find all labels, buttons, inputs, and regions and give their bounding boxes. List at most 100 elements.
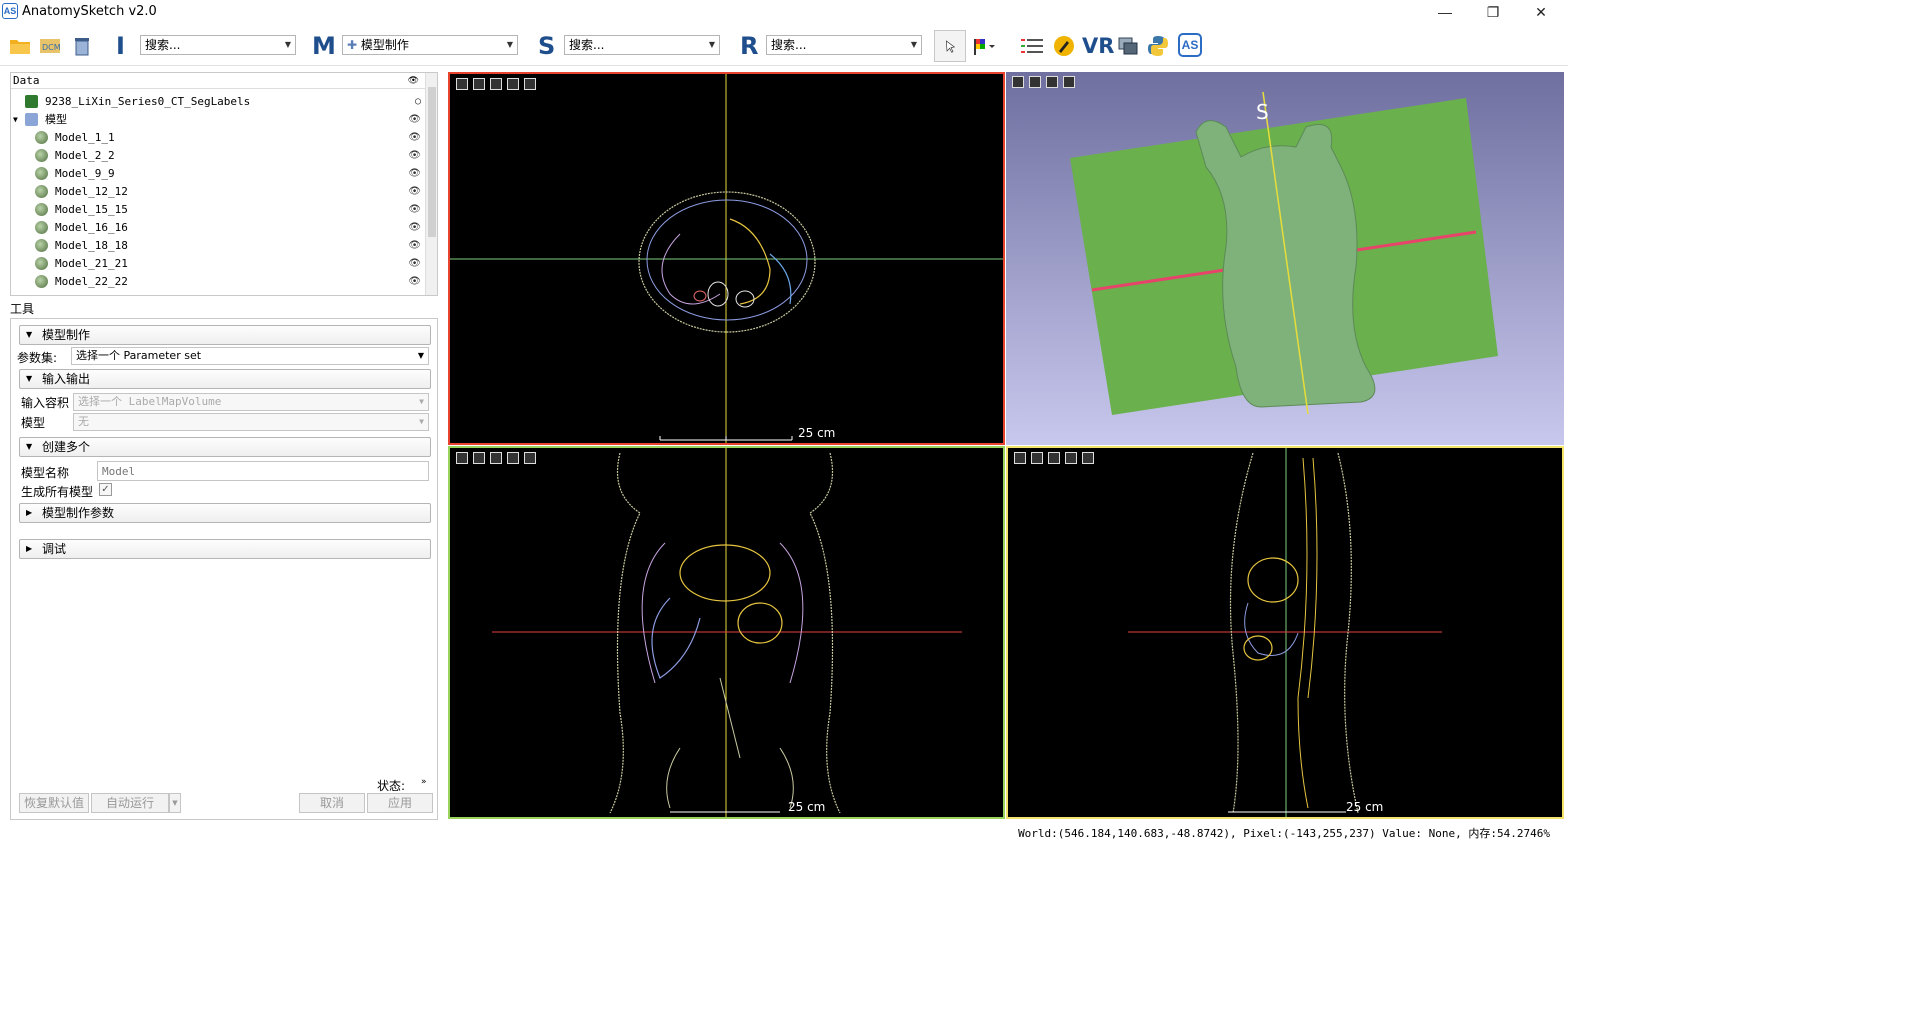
eye-icon[interactable]: 👁 [408, 165, 421, 183]
pointer-tool-button[interactable] [934, 30, 966, 62]
tools-label: 工具 [10, 302, 35, 316]
model-select[interactable]: 无 ▼ [73, 413, 429, 431]
eye-icon[interactable]: 👁 [408, 183, 421, 201]
eye-icon[interactable]: 👁 [408, 237, 421, 255]
about-as-button[interactable]: AS [1178, 33, 1202, 57]
search-i-combo[interactable]: 搜索... ▼ [140, 35, 296, 55]
tree-item-model[interactable]: Model_21_21 👁 [11, 255, 425, 273]
vr-button[interactable]: VR [1082, 34, 1114, 58]
eye-icon[interactable]: 👁 [408, 201, 421, 219]
layers-icon[interactable] [1020, 34, 1044, 58]
tree-item-label: Model_2_2 [55, 149, 115, 162]
coronal-view[interactable]: 25 cm [448, 446, 1005, 819]
collapsed-arrow-icon: ▶ [26, 508, 33, 517]
eye-icon[interactable]: 👁 [408, 129, 421, 147]
python-icon[interactable] [1146, 34, 1170, 58]
tree-item-model[interactable]: Model_1_1 👁 [11, 129, 425, 147]
search-r-combo[interactable]: 搜索... ▼ [766, 35, 922, 55]
orientation-label: S [1256, 100, 1269, 124]
model-icon [35, 149, 48, 162]
input-volume-label: 输入容积 [21, 396, 70, 410]
model-name-label: 模型名称 [21, 466, 70, 480]
apply-button[interactable]: 应用 [367, 793, 433, 813]
tree-root-volume[interactable]: 9238_LiXin_Series0_CT_SegLabels ○ [11, 93, 425, 111]
tree-item-model[interactable]: Model_15_15 👁 [11, 201, 425, 219]
axial-view[interactable]: 25 cm [448, 72, 1005, 445]
expand-arrow-icon: ▼ [26, 330, 33, 339]
search-s-combo[interactable]: 搜索... ▼ [564, 35, 720, 55]
axial-slice-image [450, 74, 1003, 443]
cancel-button[interactable]: 取消 [299, 793, 365, 813]
generate-all-checkbox[interactable]: ✓ [99, 483, 112, 496]
tree-item-model[interactable]: Model_12_12 👁 [11, 183, 425, 201]
tree-item-model[interactable]: Model_18_18 👁 [11, 237, 425, 255]
main-toolbar: DCM I 搜索... ▼ M ✚ 模型制作 ▼ S 搜索... ▼ R 搜索... ▼… [0, 26, 1568, 66]
minimize-button[interactable]: — [1422, 0, 1468, 24]
tree-item-label: Model_1_1 [55, 131, 115, 144]
window-title: AnatomySketch v2.0 [22, 4, 157, 19]
scrollbar-thumb[interactable] [428, 87, 436, 237]
eye-icon[interactable]: 👁 [408, 219, 421, 237]
data-tree[interactable]: Data 👁 9238_LiXin_Series0_CT_SegLabels ○ … [10, 72, 438, 296]
chevron-down-icon: ▼ [708, 40, 715, 49]
data-tree-header: Data 👁 [11, 73, 437, 89]
chevron-down-icon: ▼ [284, 40, 291, 49]
double-chevron-icon[interactable]: » [421, 777, 427, 787]
edit-pen-icon[interactable] [1052, 34, 1076, 58]
param-set-select[interactable]: 选择一个 Parameter set ▼ [71, 347, 429, 365]
section-model-making[interactable]: ▼ 模型制作 [19, 325, 431, 345]
section-create-multiple[interactable]: ▼ 创建多个 [19, 437, 431, 457]
close-button[interactable]: ✕ [1518, 0, 1564, 24]
restore-defaults-button[interactable]: 恢复默认值 [19, 793, 89, 813]
sagittal-view[interactable]: 25 cm [1006, 446, 1564, 819]
model-name-input[interactable] [97, 461, 429, 481]
eye-header-icon[interactable]: 👁 [408, 73, 419, 89]
visibility-off-icon[interactable]: ○ [415, 93, 421, 111]
eye-icon[interactable]: 👁 [408, 147, 421, 165]
tree-item-label: Model_15_15 [55, 203, 128, 216]
model-icon [35, 185, 48, 198]
generate-all-label: 生成所有模型 [21, 485, 94, 499]
section-model-params[interactable]: ▶ 模型制作参数 [19, 503, 431, 523]
param-set-label: 参数集: [17, 351, 58, 365]
3d-view[interactable]: S [1006, 72, 1564, 445]
eye-icon[interactable]: 👁 [408, 273, 421, 291]
tree-item-model[interactable]: Model_22_22 👁 [11, 273, 425, 291]
window-stack-icon[interactable] [1116, 34, 1140, 58]
auto-run-button[interactable]: 自动运行 [91, 793, 169, 813]
sagittal-slice-image [1128, 448, 1442, 817]
open-folder-icon[interactable] [8, 34, 32, 58]
module-combo[interactable]: ✚ 模型制作 ▼ [342, 35, 518, 55]
app-icon: AS [2, 3, 18, 19]
auto-run-dropdown[interactable]: ▼ [169, 793, 181, 813]
chevron-down-icon: ▼ [419, 417, 424, 426]
input-volume-select[interactable]: 选择一个 LabelMapVolume ▼ [73, 393, 429, 411]
tree-item-model[interactable]: Model_9_9 👁 [11, 165, 425, 183]
tree-group-models[interactable]: ▼ 模型 👁 [11, 111, 425, 129]
coronal-slice-image [492, 448, 962, 817]
status-label: 状态: [377, 779, 406, 793]
tree-scrollbar[interactable] [425, 73, 437, 295]
section-input-output[interactable]: ▼ 输入输出 [19, 369, 431, 389]
eye-icon[interactable]: 👁 [408, 111, 421, 129]
sagittal-scale-label: 25 cm [1346, 800, 1384, 814]
group-icon [25, 113, 38, 126]
restore-button[interactable]: ❐ [1470, 0, 1516, 24]
svg-text:DCM: DCM [42, 43, 61, 52]
trash-icon[interactable] [70, 34, 94, 58]
model-icon [35, 167, 48, 180]
section-debug[interactable]: ▶ 调试 [19, 539, 431, 559]
cursor-icon [945, 40, 956, 53]
model-icon [35, 257, 48, 270]
tree-item-model[interactable]: Model_2_2 👁 [11, 147, 425, 165]
collapse-arrow-icon[interactable]: ▼ [13, 111, 18, 129]
eye-icon[interactable]: 👁 [408, 255, 421, 273]
tree-item-label: Model_12_12 [55, 185, 128, 198]
modeling-module-letter: M [312, 32, 336, 60]
chevron-down-icon: ▼ [506, 40, 513, 49]
interaction-module-letter: I [116, 32, 125, 60]
dicom-icon[interactable]: DCM [38, 34, 62, 58]
model-icon [35, 239, 48, 252]
colormap-icon[interactable] [972, 34, 996, 58]
tree-item-model[interactable]: Model_16_16 👁 [11, 219, 425, 237]
